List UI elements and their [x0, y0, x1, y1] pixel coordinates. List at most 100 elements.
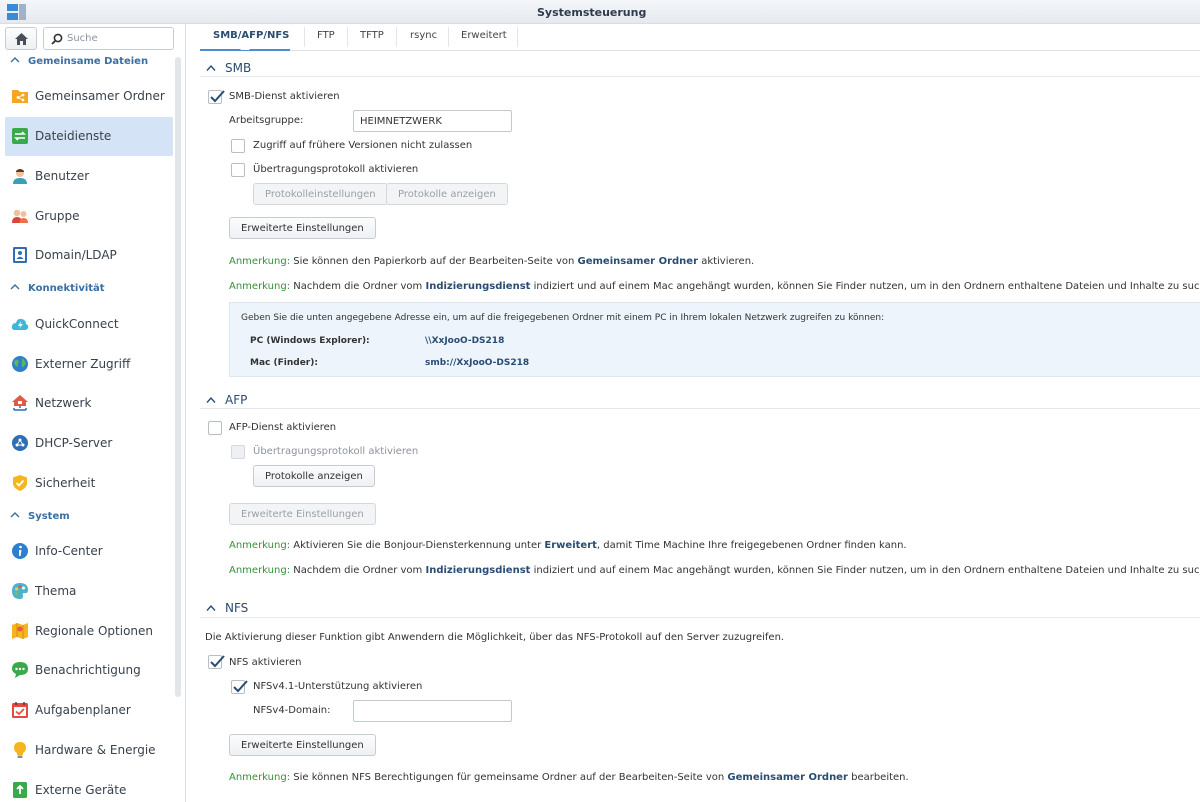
section-header-smb[interactable]: SMB [206, 61, 251, 75]
afp-note-bonjour: Anmerkung: Aktivieren Sie die Bonjour-Di… [229, 540, 907, 551]
afp-transfer-log-checkbox[interactable] [231, 445, 245, 459]
smb-show-logs-button[interactable]: Protokolle anzeigen [386, 183, 508, 205]
sidebar-item-label: Sicherheit [35, 476, 96, 490]
sidebar-item-network[interactable]: Netzwerk [5, 384, 173, 423]
info-center-icon [12, 543, 28, 559]
nfs-enable-checkbox[interactable] [208, 655, 225, 669]
tab-smb-afp-nfs[interactable]: SMB/AFP/NFS [213, 30, 289, 41]
chevron-up-icon [10, 56, 20, 67]
tab-divider [347, 27, 348, 47]
sidebar-item-external-devices[interactable]: Externe Geräte [5, 771, 173, 802]
sidebar-item-dhcp-server[interactable]: DHCP-Server [5, 424, 173, 463]
mac-address-label: Mac (Finder): [250, 358, 318, 368]
sidebar-item-regional-options[interactable]: Regionale Optionen [5, 612, 173, 651]
smb-enable-checkbox[interactable] [208, 90, 225, 104]
sidebar-item-label: Domain/LDAP [35, 248, 117, 262]
tab-bar: SMB/AFP/NFS FTP TFTP rsync Erweitert [200, 24, 1200, 51]
section-header-nfs[interactable]: NFS [206, 601, 248, 615]
checkmark-icon [210, 90, 225, 103]
home-icon [15, 33, 28, 45]
sidebar-item-label: Dateidienste [35, 129, 112, 143]
checkmark-icon [210, 655, 225, 668]
sidebar-item-label: DHCP-Server [35, 436, 113, 450]
nfs-advanced-settings-button[interactable]: Erweiterte Einstellungen [229, 734, 376, 756]
sidebar-scrollbar[interactable] [175, 57, 181, 697]
sidebar-item-domain-ldap[interactable]: Domain/LDAP [5, 236, 173, 275]
mac-address-value: smb://XxJooO-DS218 [425, 358, 530, 368]
tab-ftp[interactable]: FTP [317, 30, 335, 41]
nfsv4-domain-input[interactable] [353, 700, 512, 722]
tab-divider [304, 27, 305, 47]
sidebar-item-notification[interactable]: Benachrichtigung [5, 651, 173, 690]
external-devices-icon [13, 782, 27, 798]
search-box[interactable] [43, 27, 174, 50]
log-settings-button[interactable]: Protokolleinstellungen [253, 183, 388, 205]
sidebar-item-label: Benachrichtigung [35, 663, 141, 677]
tab-rsync[interactable]: rsync [410, 30, 437, 41]
sidebar-item-label: Regionale Optionen [35, 624, 154, 638]
sidebar-item-user[interactable]: Benutzer [5, 157, 173, 196]
indexing-service-link[interactable]: Indizierungsdienst [425, 281, 530, 292]
sidebar-item-label: QuickConnect [35, 317, 119, 331]
sidebar-item-task-scheduler[interactable]: Aufgabenplaner [5, 691, 173, 730]
domain-icon [13, 247, 27, 263]
advanced-link[interactable]: Erweitert [544, 540, 597, 551]
tab-divider [396, 27, 397, 47]
dhcp-server-icon [12, 435, 28, 451]
sidebar-item-label: Aufgabenplaner [35, 703, 131, 717]
sidebar-item-group[interactable]: Gruppe [5, 197, 173, 236]
sidebar-item-quickconnect[interactable]: QuickConnect [5, 305, 173, 344]
shared-folder-link[interactable]: Gemeinsamer Ordner [727, 772, 847, 783]
afp-transfer-log-label: Übertragungsprotokoll aktivieren [253, 446, 419, 457]
sidebar: Gemeinsame Dateien Gemeinsamer Ordner Da… [0, 24, 186, 802]
smb-enable-label: SMB-Dienst aktivieren [229, 91, 340, 102]
category-connectivity[interactable]: Konnektivität [10, 283, 105, 299]
sidebar-item-hardware-energy[interactable]: Hardware & Energie [5, 731, 173, 770]
sidebar-item-label: Externe Geräte [35, 783, 127, 797]
nfsv41-label: NFSv4.1-Unterstützung aktivieren [253, 681, 423, 692]
smb-address-info-box: Geben Sie die unten angegebene Adresse e… [229, 302, 1200, 377]
chevron-up-icon [206, 64, 216, 75]
nfsv4-domain-label: NFSv4-Domain: [253, 705, 331, 716]
afp-enable-checkbox[interactable] [208, 421, 222, 435]
sidebar-item-label: Info-Center [35, 544, 103, 558]
nfsv41-checkbox[interactable] [231, 680, 248, 694]
sidebar-item-shared-folder[interactable]: Gemeinsamer Ordner [5, 77, 173, 116]
section-header-afp[interactable]: AFP [206, 393, 247, 407]
smb-advanced-settings-button[interactable]: Erweiterte Einstellungen [229, 217, 376, 239]
sidebar-item-theme[interactable]: Thema [5, 572, 173, 611]
theme-palette-icon [12, 583, 28, 599]
search-input[interactable] [67, 31, 167, 46]
workgroup-label: Arbeitsgruppe: [229, 115, 304, 126]
smb-address-info-text: Geben Sie die unten angegebene Adresse e… [241, 313, 885, 323]
section-divider [200, 76, 1200, 77]
sidebar-item-external-access[interactable]: Externer Zugriff [5, 345, 173, 384]
security-shield-icon [13, 475, 27, 491]
hardware-bulb-icon [14, 742, 26, 758]
smb-transfer-log-checkbox[interactable] [231, 163, 245, 177]
quickconnect-cloud-icon [11, 318, 29, 330]
no-previous-versions-checkbox[interactable] [231, 139, 245, 153]
tab-tftp[interactable]: TFTP [360, 30, 384, 41]
category-system[interactable]: System [10, 511, 70, 527]
afp-advanced-settings-button[interactable]: Erweiterte Einstellungen [229, 503, 376, 525]
section-divider [200, 408, 1200, 409]
nfs-enable-label: NFS aktivieren [229, 657, 302, 668]
home-button[interactable] [5, 27, 37, 50]
afp-note-indexing: Anmerkung: Nachdem die Ordner vom Indizi… [229, 565, 1200, 576]
afp-show-logs-button[interactable]: Protokolle anzeigen [253, 465, 375, 487]
indexing-service-link[interactable]: Indizierungsdienst [425, 565, 530, 576]
regional-options-icon [12, 623, 28, 639]
sidebar-item-info-center[interactable]: Info-Center [5, 532, 173, 571]
notification-bubble-icon [12, 662, 28, 678]
shared-folder-link[interactable]: Gemeinsamer Ordner [578, 256, 698, 267]
sidebar-item-file-services[interactable]: Dateidienste [5, 117, 173, 156]
shared-folder-icon [12, 90, 28, 103]
title-bar: Systemsteuerung [0, 0, 1200, 24]
workgroup-input[interactable] [353, 110, 512, 132]
smb-note-indexing: Anmerkung: Nachdem die Ordner vom Indizi… [229, 281, 1200, 292]
category-shared-files[interactable]: Gemeinsame Dateien [10, 56, 148, 72]
tab-advanced[interactable]: Erweitert [461, 30, 507, 41]
sidebar-item-security[interactable]: Sicherheit [5, 464, 173, 503]
pc-address-label: PC (Windows Explorer): [250, 336, 370, 346]
